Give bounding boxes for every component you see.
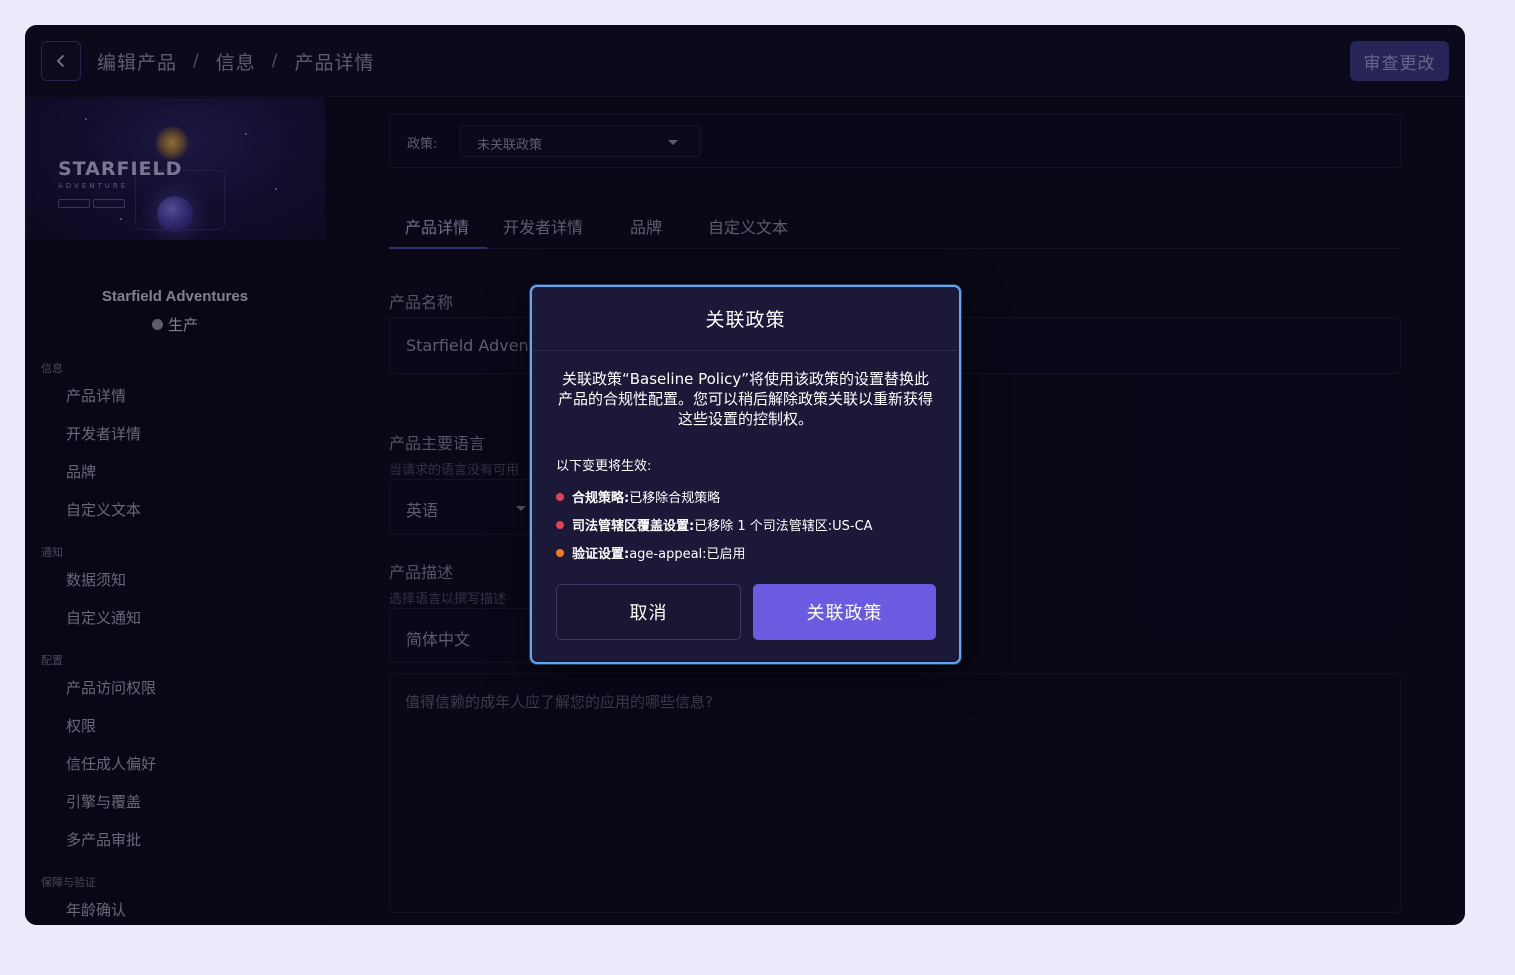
change-label: 司法管辖区覆盖设置: bbox=[572, 519, 695, 534]
link-policy-dialog: 关联政策 关联政策“Baseline Policy”将使用该政策的设置替换此产品… bbox=[530, 285, 961, 664]
change-label: 验证设置: bbox=[572, 547, 630, 562]
change-item-compliance: 合规策略:已移除合规策略 bbox=[556, 487, 720, 506]
change-value: age-appeal:已启用 bbox=[629, 547, 746, 562]
change-value: 已移除 1 个司法管辖区:US-CA bbox=[694, 519, 873, 534]
cancel-button[interactable]: 取消 bbox=[556, 584, 741, 640]
change-item-verification: 验证设置:age-appeal:已启用 bbox=[556, 543, 746, 562]
dialog-message: 关联政策“Baseline Policy”将使用该政策的设置替换此产品的合规性配… bbox=[557, 370, 933, 428]
app-window: 编辑产品 / 信息 / 产品详情 审查更改 STARFIELD ADVENTUR… bbox=[25, 25, 1465, 925]
link-policy-button[interactable]: 关联政策 bbox=[753, 584, 936, 640]
change-value: 已移除合规策略 bbox=[629, 491, 721, 506]
orange-dot-icon bbox=[556, 548, 564, 557]
dialog-title: 关联政策 bbox=[532, 287, 959, 351]
change-item-jurisdiction: 司法管辖区覆盖设置:已移除 1 个司法管辖区:US-CA bbox=[556, 515, 873, 534]
red-dot-icon bbox=[556, 520, 564, 529]
changes-title: 以下变更将生效: bbox=[556, 459, 652, 474]
red-dot-icon bbox=[556, 492, 564, 501]
change-label: 合规策略: bbox=[572, 491, 630, 506]
